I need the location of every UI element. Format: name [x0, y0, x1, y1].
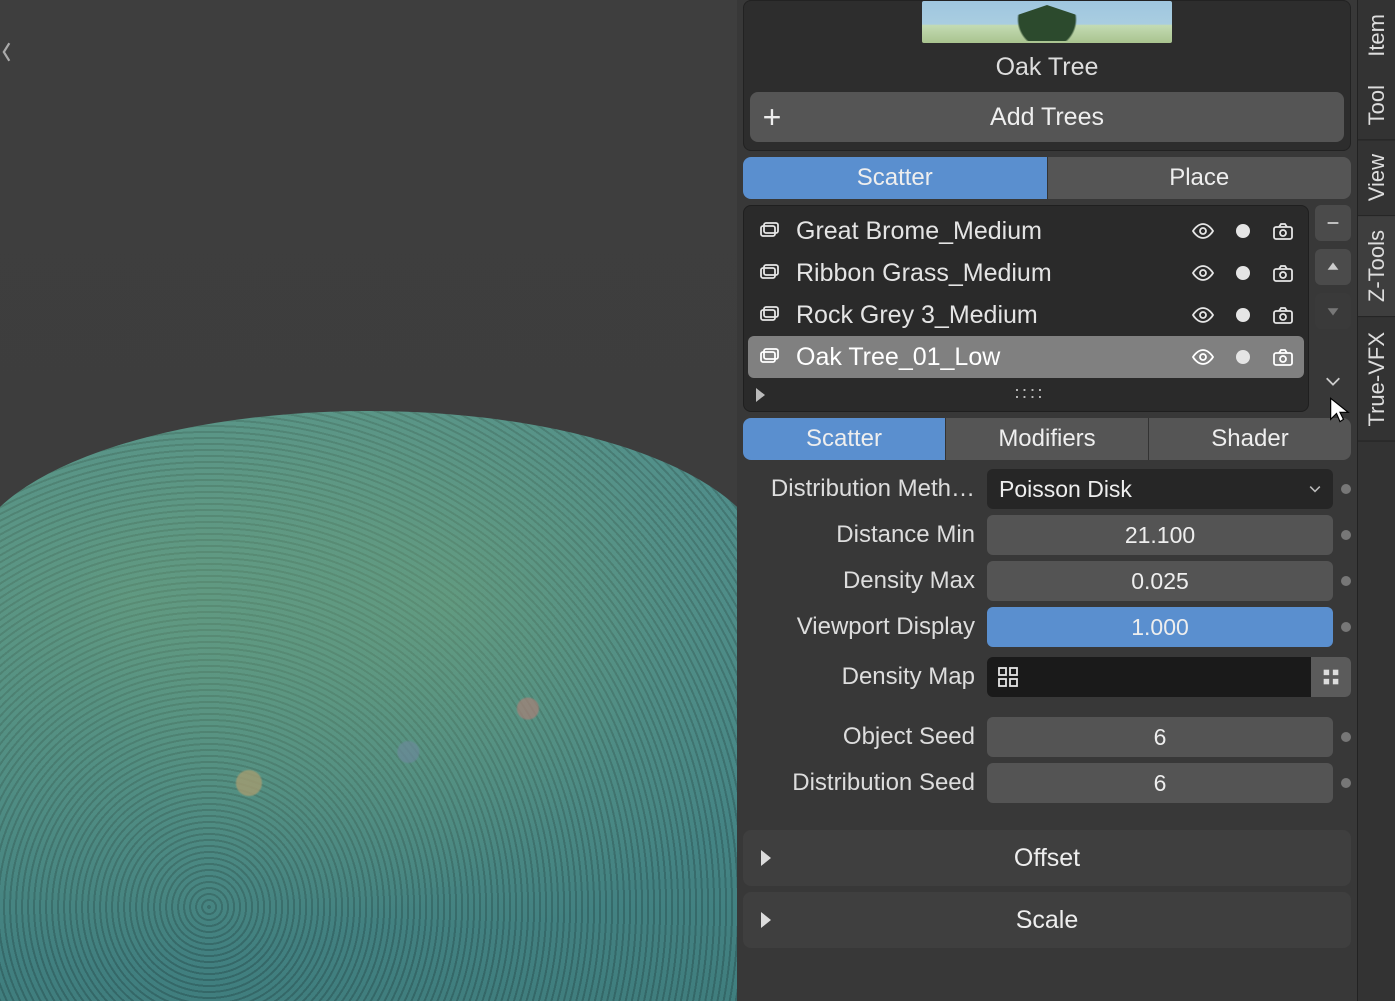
- tab-scatter[interactable]: Scatter: [743, 157, 1047, 199]
- panel-expand-icon[interactable]: [0, 40, 12, 64]
- camera-icon[interactable]: [1270, 260, 1296, 286]
- offset-section[interactable]: Offset: [743, 830, 1351, 886]
- viewport-display-field[interactable]: 1.000: [987, 607, 1333, 647]
- density-max-label: Density Max: [743, 567, 979, 595]
- keyframe-dot-icon[interactable]: [1341, 622, 1351, 632]
- visibility-icon[interactable]: [1190, 302, 1216, 328]
- camera-icon[interactable]: [1270, 302, 1296, 328]
- chevron-down-icon: [1307, 476, 1323, 503]
- remove-button[interactable]: [1315, 205, 1351, 241]
- visibility-icon[interactable]: [1190, 218, 1216, 244]
- camera-icon[interactable]: [1270, 218, 1296, 244]
- tab-modifiers[interactable]: Modifiers: [945, 418, 1148, 460]
- keyframe-dot-icon[interactable]: [1341, 530, 1351, 540]
- render-dot-icon[interactable]: [1230, 260, 1256, 286]
- vtab-item[interactable]: Item: [1358, 0, 1395, 71]
- texture-icon: [995, 664, 1021, 690]
- layer-icon: [756, 302, 782, 328]
- vtab-ztools[interactable]: Z-Tools: [1358, 216, 1395, 317]
- density-map-picker-button[interactable]: [1311, 657, 1351, 697]
- tab-shader[interactable]: Shader: [1148, 418, 1351, 460]
- keyframe-dot-icon[interactable]: [1341, 576, 1351, 586]
- vtab-truevfx[interactable]: True-VFX: [1358, 318, 1395, 442]
- terrain-preview: [0, 411, 737, 1001]
- render-dot-icon[interactable]: [1230, 218, 1256, 244]
- distribution-seed-field[interactable]: 6: [987, 763, 1333, 803]
- scatter-item-label: Great Brome_Medium: [796, 217, 1176, 246]
- scatter-layer-item[interactable]: Great Brome_Medium: [748, 210, 1304, 252]
- move-up-button[interactable]: [1315, 249, 1351, 285]
- vtab-view[interactable]: View: [1358, 140, 1395, 216]
- keyframe-dot-icon[interactable]: [1341, 732, 1351, 742]
- scale-label: Scale: [743, 906, 1351, 935]
- scatter-layer-item[interactable]: Oak Tree_01_Low: [748, 336, 1304, 378]
- layer-icon: [756, 344, 782, 370]
- add-trees-button[interactable]: + Add Trees: [750, 92, 1344, 142]
- keyframe-dot-icon[interactable]: [1341, 778, 1351, 788]
- distance-min-field[interactable]: 21.100: [987, 515, 1333, 555]
- scatter-item-label: Rock Grey 3_Medium: [796, 301, 1176, 330]
- scatter-layer-list: Great Brome_Medium Ribbon Grass_Medium Roc…: [743, 205, 1309, 412]
- object-seed-label: Object Seed: [743, 723, 979, 751]
- properties-panel: Oak Tree + Add Trees Scatter Place Great…: [737, 0, 1357, 1001]
- viewport-display-label: Viewport Display: [743, 613, 979, 641]
- scatter-properties: Distribution Meth… Poisson Disk Distance…: [743, 468, 1351, 804]
- visibility-icon[interactable]: [1190, 344, 1216, 370]
- distance-min-label: Distance Min: [743, 521, 979, 549]
- distribution-seed-label: Distribution Seed: [743, 769, 979, 797]
- scale-section[interactable]: Scale: [743, 892, 1351, 948]
- drag-handle-icon[interactable]: ∷∷: [765, 384, 1296, 405]
- offset-label: Offset: [743, 844, 1351, 873]
- asset-preview-box: Oak Tree + Add Trees: [743, 0, 1351, 151]
- asset-thumbnail[interactable]: [922, 1, 1172, 43]
- keyframe-dot-icon[interactable]: [1341, 484, 1351, 494]
- scatter-layer-item[interactable]: Rock Grey 3_Medium: [748, 294, 1304, 336]
- scatter-item-label: Ribbon Grass_Medium: [796, 259, 1176, 288]
- camera-icon[interactable]: [1270, 344, 1296, 370]
- object-seed-field[interactable]: 6: [987, 717, 1333, 757]
- distribution-method-label: Distribution Meth…: [743, 475, 979, 503]
- density-map-label: Density Map: [743, 663, 979, 691]
- settings-tabs: Scatter Modifiers Shader: [743, 418, 1351, 460]
- mode-tabs: Scatter Place: [743, 157, 1351, 199]
- list-side-buttons: [1315, 205, 1351, 412]
- expand-icon[interactable]: [756, 388, 765, 402]
- render-dot-icon[interactable]: [1230, 302, 1256, 328]
- asset-name: Oak Tree: [996, 53, 1099, 82]
- sidebar-tabs: Item Tool View Z-Tools True-VFX: [1357, 0, 1395, 1001]
- vtab-tool[interactable]: Tool: [1358, 71, 1395, 140]
- viewport-3d[interactable]: [0, 0, 737, 1001]
- render-dot-icon[interactable]: [1230, 344, 1256, 370]
- density-max-field[interactable]: 0.025: [987, 561, 1333, 601]
- tab-scatter-settings[interactable]: Scatter: [743, 418, 945, 460]
- list-menu-button[interactable]: [1315, 363, 1351, 399]
- move-down-button[interactable]: [1315, 293, 1351, 329]
- distribution-method-select[interactable]: Poisson Disk: [987, 469, 1333, 509]
- scatter-item-label: Oak Tree_01_Low: [796, 343, 1176, 372]
- add-trees-label: Add Trees: [750, 103, 1344, 132]
- layer-icon: [756, 218, 782, 244]
- visibility-icon[interactable]: [1190, 260, 1216, 286]
- density-map-field[interactable]: [987, 657, 1351, 697]
- distribution-method-value: Poisson Disk: [999, 476, 1132, 503]
- layer-icon: [756, 260, 782, 286]
- scatter-layer-item[interactable]: Ribbon Grass_Medium: [748, 252, 1304, 294]
- tab-place[interactable]: Place: [1047, 157, 1352, 199]
